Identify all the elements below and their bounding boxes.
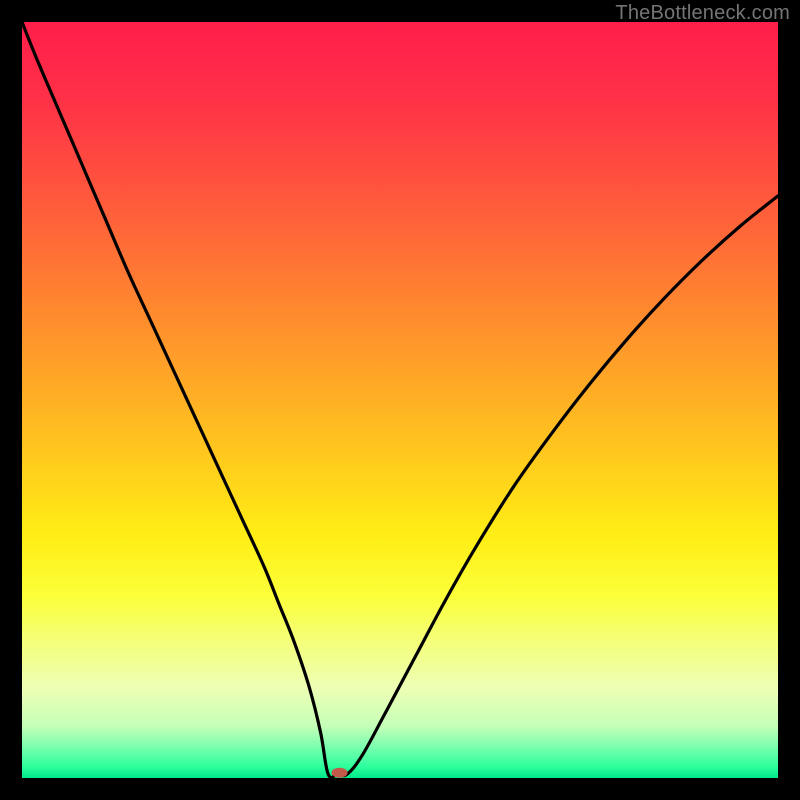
optimal-marker bbox=[332, 768, 348, 778]
gradient-background bbox=[22, 22, 778, 778]
chart-svg bbox=[22, 22, 778, 778]
watermark-text: TheBottleneck.com bbox=[615, 2, 790, 25]
chart-container: TheBottleneck.com bbox=[0, 0, 800, 800]
plot-area bbox=[22, 22, 778, 778]
